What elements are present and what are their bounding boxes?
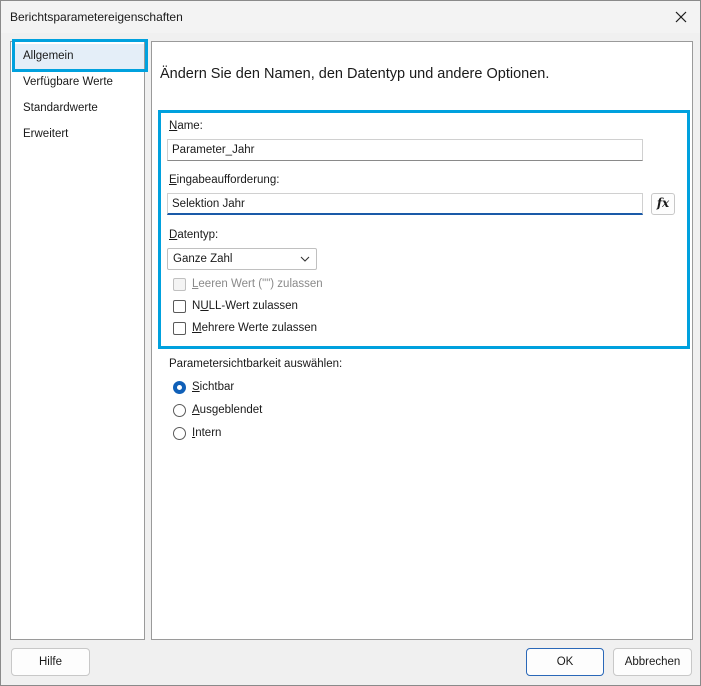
title-bar: Berichtsparametereigenschaften [1,1,700,33]
page-heading: Ändern Sie den Namen, den Datentyp und a… [160,66,550,82]
ok-button-label: OK [556,656,574,668]
visibility-radio-hidden[interactable] [173,404,186,417]
nav-item-allgemein[interactable]: Allgemein [13,44,144,70]
allow-multiple-checkbox[interactable] [173,322,186,335]
content-panel: Ändern Sie den Namen, den Datentyp und a… [151,41,693,640]
close-button[interactable] [668,4,694,30]
help-button[interactable]: Hilfe [11,648,90,676]
visibility-internal-label: Intern [192,427,222,439]
expression-button[interactable]: fx [651,193,675,215]
datatype-label: Datentyp: [169,229,219,241]
fx-icon: fx [656,196,670,210]
allow-blank-checkbox[interactable] [173,278,186,291]
allow-null-checkbox[interactable] [173,300,186,313]
ok-button[interactable]: OK [526,648,604,676]
nav-item-label: Verfügbare Werte [23,76,113,88]
nav-item-erweitert[interactable]: Erweitert [13,122,144,148]
page-navigation: Allgemein Verfügbare Werte Standardwerte… [10,41,145,640]
nav-item-verfuegbare-werte[interactable]: Verfügbare Werte [13,70,144,96]
prompt-input-value: Selektion Jahr [172,198,245,210]
cancel-button-label: Abbrechen [624,656,681,668]
name-input-value: Parameter_Jahr [172,144,255,156]
prompt-label: Eingabeaufforderung: [169,174,280,186]
visibility-visible-label: Sichtbar [192,381,235,393]
nav-item-label: Erweitert [23,128,69,140]
name-label: Name: [169,120,203,132]
allow-null-label: NULL-Wert zulassen [192,300,298,312]
cancel-button[interactable]: Abbrechen [613,648,692,676]
datatype-select[interactable]: Ganze Zahl [167,248,317,270]
nav-item-label: Standardwerte [23,102,98,114]
visibility-hidden-label: Ausgeblendet [192,404,263,416]
visibility-radio-visible[interactable] [173,381,186,394]
chevron-down-icon [300,256,310,262]
datatype-selected-value: Ganze Zahl [173,253,233,265]
prompt-input[interactable]: Selektion Jahr [167,193,643,215]
help-button-label: Hilfe [38,656,62,668]
name-input[interactable]: Parameter_Jahr [167,139,643,161]
allow-blank-label: Leeren Wert ("") zulassen [192,278,323,290]
close-icon [675,11,687,23]
visibility-label: Parametersichtbarkeit auswählen: [169,358,343,370]
allow-multiple-label: Mehrere Werte zulassen [192,322,318,334]
dialog-window: Berichtsparametereigenschaften Allgemein… [0,0,701,686]
visibility-radio-internal[interactable] [173,427,186,440]
nav-item-standardwerte[interactable]: Standardwerte [13,96,144,122]
nav-item-label: Allgemein [23,50,74,62]
window-title: Berichtsparametereigenschaften [10,10,183,24]
